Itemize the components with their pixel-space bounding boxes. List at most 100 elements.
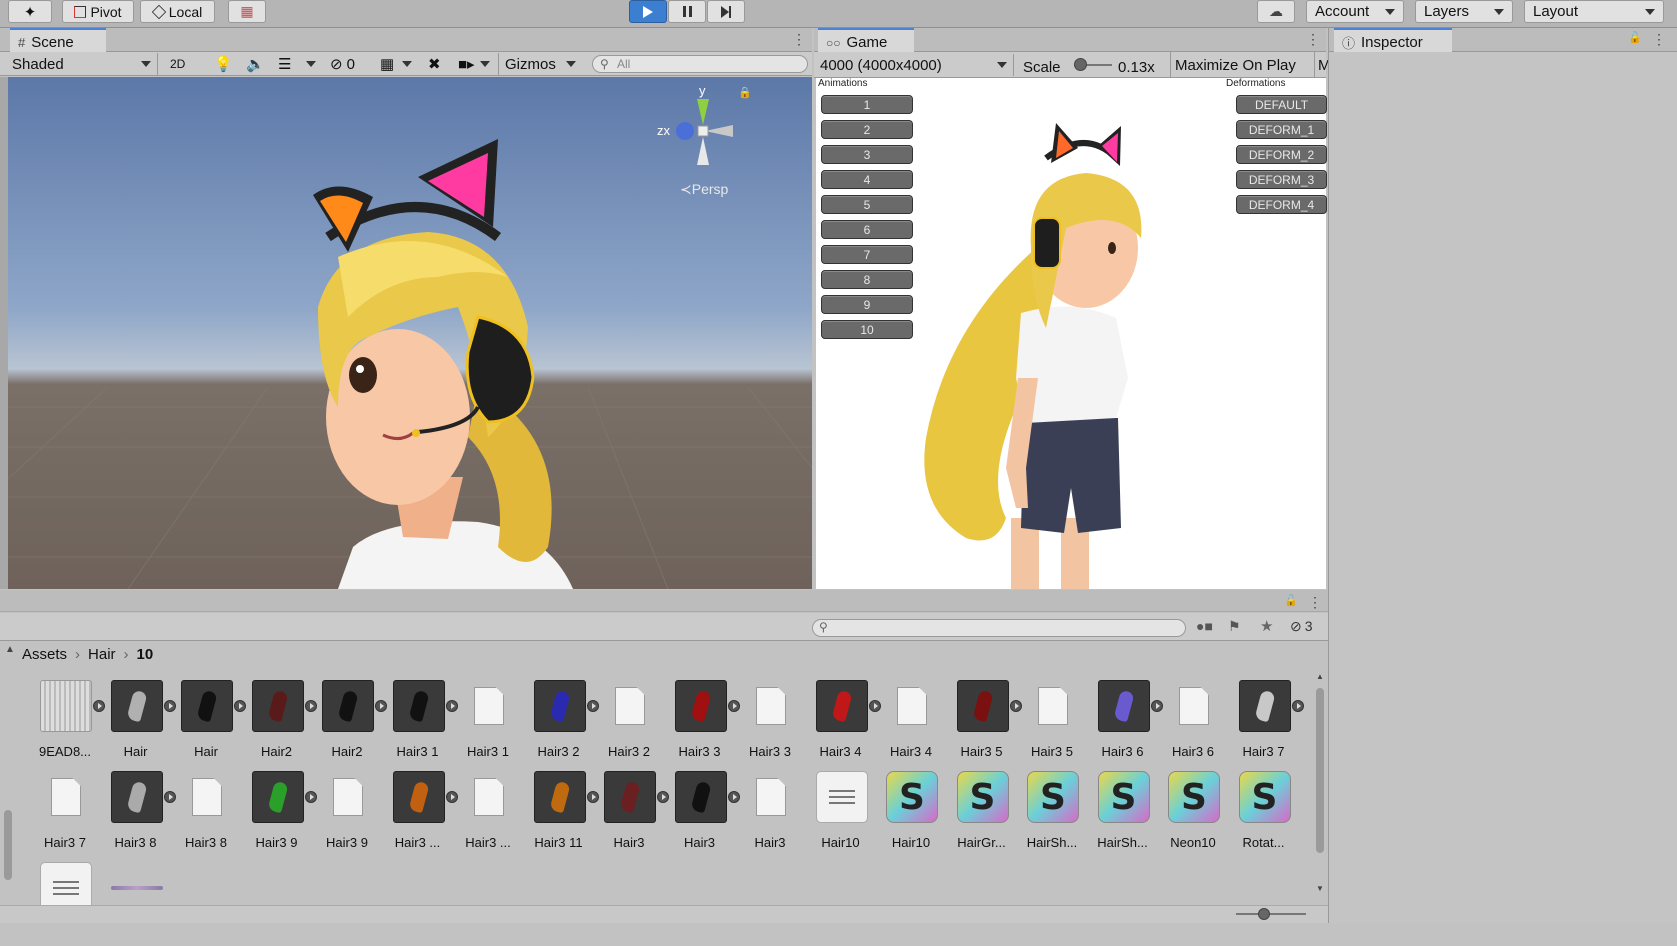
asset-item[interactable]: Hair3 [594,771,669,855]
deform-button-2[interactable]: DEFORM_2 [1236,145,1327,164]
animation-button-3[interactable]: 3 [821,145,913,164]
asset-item[interactable]: Hair3 6 [1158,680,1228,764]
tab-scene[interactable]: # Scene [10,28,106,52]
asset-item[interactable]: 9EAD8... [30,680,105,764]
local-toggle[interactable]: Local [140,0,215,23]
expand-arrow-icon[interactable] [1291,700,1304,712]
animation-button-10[interactable]: 10 [821,320,913,339]
tools-button[interactable]: ✦ [8,0,52,23]
pivot-toggle[interactable]: Pivot [62,0,134,23]
asset-item[interactable]: S Neon10 [1158,771,1228,855]
icon-size-slider-track[interactable] [1236,913,1306,915]
asset-item[interactable]: Hair3 9 [312,771,382,855]
account-dropdown[interactable]: Account [1306,0,1404,23]
asset-item[interactable]: S HairSh... [1088,771,1158,855]
hidden-packages-toggle[interactable]: ⊘ 3 [1290,618,1313,635]
breadcrumb-assets[interactable]: Assets [22,646,67,663]
scene-viewport[interactable]: y zx 🔒 ≺Persp [8,77,812,589]
asset-item[interactable]: Hair3 1 [383,680,458,764]
scale-slider-thumb[interactable] [1074,58,1087,71]
asset-item[interactable]: Hair2 [312,680,387,764]
favorites-button[interactable]: ★ [1260,617,1273,635]
step-button[interactable] [707,0,745,23]
animation-button-6[interactable]: 6 [821,220,913,239]
asset-item[interactable] [101,862,171,946]
asset-item[interactable]: Hair3 7 [30,771,100,855]
asset-item[interactable]: S Hair10 [876,771,946,855]
tab-inspector[interactable]: ⓘ Inspector [1334,28,1452,52]
maximize-on-play-toggle[interactable]: Maximize On Play [1175,54,1296,76]
asset-item[interactable]: Hair3 4 [806,680,881,764]
project-scrollbar[interactable]: ▲ ▼ [1314,672,1326,904]
asset-item[interactable]: Hair3 5 [947,680,1022,764]
scene-menu-icon[interactable]: ⋮ [792,31,806,48]
asset-item[interactable]: Hair2 [242,680,317,764]
layout-dropdown[interactable]: Layout [1524,0,1664,23]
asset-item[interactable]: Hair3 3 [735,680,805,764]
tools-toggle[interactable]: ✖ [428,53,441,75]
audio-toggle[interactable]: 🔈 [246,53,265,75]
breadcrumb-hair[interactable]: Hair [88,646,116,663]
2d-toggle[interactable]: 2D [170,53,200,75]
icon-size-slider-thumb[interactable] [1258,908,1270,920]
asset-item[interactable]: Hair3 11 [524,771,599,855]
asset-item[interactable]: Hair3 4 [876,680,946,764]
layers-dropdown[interactable]: Layers [1415,0,1513,23]
search-by-type-button[interactable]: ●■ [1196,618,1213,634]
tab-game[interactable]: ○○ Game [818,28,914,52]
project-lock-icon[interactable]: 🔓 [1284,594,1298,607]
animation-button-8[interactable]: 8 [821,270,913,289]
scroll-up-arrow[interactable]: ▲ [1316,672,1324,681]
asset-item[interactable]: Hair3 ... [453,771,523,855]
asset-item[interactable]: S HairSh... [1017,771,1087,855]
asset-item[interactable]: Hair3 1 [453,680,523,764]
animation-button-9[interactable]: 9 [821,295,913,314]
deform-button-1[interactable]: DEFORM_1 [1236,120,1327,139]
asset-item[interactable]: Hair3 8 [171,771,241,855]
asset-item[interactable]: Hair3 2 [594,680,664,764]
deform-button-3[interactable]: DEFORM_3 [1236,170,1327,189]
breadcrumb-current[interactable]: 10 [137,646,154,663]
deform-button-4[interactable]: DEFORM_4 [1236,195,1327,214]
collapse-arrow-icon[interactable]: ▲ [5,644,15,655]
asset-item[interactable]: Hair3 3 [665,680,740,764]
resolution-dropdown[interactable]: 4000 (4000x4000) [820,54,1014,76]
effects-dropdown[interactable] [306,53,316,75]
asset-item[interactable]: Hair3 [735,771,805,855]
animation-button-4[interactable]: 4 [821,170,913,189]
gizmos-dropdown[interactable]: Gizmos [498,53,580,75]
persp-label[interactable]: ≺Persp [680,181,728,198]
asset-item[interactable]: Hair3 8 [101,771,176,855]
scroll-down-arrow[interactable]: ▼ [1316,884,1324,893]
cloud-button[interactable]: ☁ [1257,0,1295,23]
scene-lock-icon[interactable]: 🔒 [738,86,752,99]
hidden-objects-toggle[interactable]: ⊘ 0 [330,53,355,75]
asset-item[interactable]: Hair3 ... [383,771,458,855]
effects-toggle[interactable]: ☰ [278,53,291,75]
inspector-lock-icon[interactable]: 🔓 [1628,31,1642,44]
scene-orientation-gizmo[interactable]: y zx [643,85,753,185]
asset-item[interactable]: Hair3 5 [1017,680,1087,764]
pause-button[interactable] [668,0,706,23]
asset-item[interactable]: Hair [171,680,246,764]
project-search-field[interactable]: ⚲ [812,619,1186,637]
asset-item[interactable]: Hair3 9 [242,771,317,855]
asset-item[interactable] [30,862,100,946]
asset-item[interactable]: Hair [101,680,176,764]
camera-dropdown[interactable] [480,53,490,75]
scene-search-field[interactable]: ⚲ All [592,55,808,73]
inspector-menu-icon[interactable]: ⋮ [1652,31,1666,48]
grid-dropdown[interactable] [402,53,412,75]
asset-item[interactable]: Hair3 7 [1229,680,1304,764]
animation-button-2[interactable]: 2 [821,120,913,139]
asset-item[interactable]: Hair3 [665,771,740,855]
play-button[interactable] [629,0,667,23]
asset-item[interactable]: S Rotat... [1229,771,1299,855]
camera-toggle[interactable]: ■▸ [458,53,475,75]
asset-item[interactable]: Hair3 2 [524,680,599,764]
grid-toggle[interactable]: ▦ [380,53,394,75]
project-menu-icon[interactable]: ⋮ [1308,594,1322,611]
light-toggle[interactable]: 💡 [214,53,233,75]
scroll-thumb[interactable] [1316,688,1324,853]
shading-dropdown[interactable]: Shaded [12,53,158,75]
